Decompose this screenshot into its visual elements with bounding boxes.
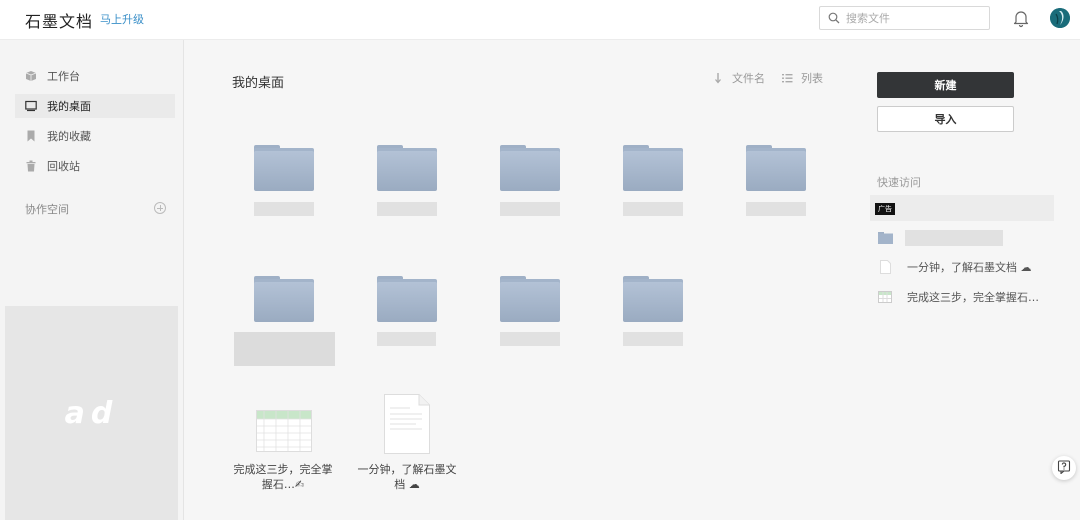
folder-icon[interactable] <box>623 276 683 322</box>
add-collab-space-icon[interactable] <box>154 202 166 214</box>
search-icon <box>826 10 842 26</box>
sort-down-icon <box>712 72 724 84</box>
quick-item-folder[interactable] <box>877 229 1003 247</box>
sidebar-item-label: 我的收藏 <box>47 130 91 143</box>
quick-access-title: 快速访问 <box>877 176 921 189</box>
folder-icon <box>877 231 893 245</box>
sort-label: 文件名 <box>732 72 765 85</box>
sort-by-name-button[interactable]: 文件名 <box>712 70 765 86</box>
quick-item-label: 一分钟，了解石墨文档 ☁ <box>907 261 1032 274</box>
ad-text: ad <box>64 395 119 431</box>
folder-icon[interactable] <box>377 145 437 191</box>
file-label[interactable]: 完成这三步，完全掌握石…✍ <box>233 462 333 492</box>
folder-name-placeholder <box>377 332 436 346</box>
quick-item-spreadsheet[interactable]: 完成这三步，完全掌握石… <box>877 288 1039 306</box>
folder-name-placeholder <box>500 202 560 216</box>
spreadsheet-thumbnail-icon[interactable] <box>256 410 312 456</box>
sidebar-item-label: 回收站 <box>47 160 80 173</box>
list-icon <box>781 72 793 84</box>
help-icon <box>1057 459 1071 478</box>
folder-name-placeholder <box>746 202 806 216</box>
import-button[interactable]: 导入 <box>877 106 1014 132</box>
folder-icon[interactable] <box>623 145 683 191</box>
file-label[interactable]: 一分钟，了解石墨文档 ☁ <box>357 462 457 492</box>
quick-item-label: 完成这三步，完全掌握石… <box>907 291 1039 304</box>
document-thumbnail-icon[interactable] <box>384 394 430 458</box>
folder-icon[interactable] <box>254 145 314 191</box>
ad-badge: 广告 <box>875 203 895 215</box>
sidebar: 工作台 我的桌面 我的收藏 回收站 协作空间 ad <box>0 40 184 520</box>
collab-space-label: 协作空间 <box>25 203 69 216</box>
quick-item-document[interactable]: 一分钟，了解石墨文档 ☁ <box>877 258 1032 276</box>
folder-icon[interactable] <box>500 145 560 191</box>
sidebar-item-favorites[interactable]: 我的收藏 <box>15 124 175 148</box>
help-button[interactable] <box>1052 456 1076 480</box>
avatar[interactable] <box>1050 8 1070 28</box>
sidebar-item-label: 工作台 <box>47 70 80 83</box>
folder-icon[interactable] <box>254 276 314 322</box>
folder-icon[interactable] <box>746 145 806 191</box>
sidebar-item-trash[interactable]: 回收站 <box>15 154 175 178</box>
page-title: 我的桌面 <box>232 76 285 91</box>
folder-name-placeholder <box>623 202 683 216</box>
quick-access-ad[interactable] <box>870 195 1054 221</box>
folder-icon[interactable] <box>500 276 560 322</box>
folder-name-placeholder <box>234 332 335 366</box>
sidebar-ad[interactable]: ad <box>5 306 178 520</box>
top-bar: 石墨文档 马上升级 <box>0 0 1080 40</box>
search-input[interactable] <box>846 11 986 25</box>
sidebar-item-workbench[interactable]: 工作台 <box>15 64 175 88</box>
list-view-button[interactable]: 列表 <box>781 70 823 86</box>
monitor-icon <box>25 100 37 112</box>
quick-item-name-placeholder <box>905 230 1003 246</box>
folder-name-placeholder <box>623 332 683 346</box>
folder-name-placeholder <box>500 332 560 346</box>
folder-name-placeholder <box>254 202 314 216</box>
app-logo[interactable]: 石墨文档 <box>25 8 93 32</box>
notification-bell-icon[interactable] <box>1011 8 1031 28</box>
spreadsheet-icon <box>877 290 893 304</box>
search-box[interactable] <box>819 6 990 30</box>
sidebar-item-label: 我的桌面 <box>47 100 91 113</box>
folder-icon[interactable] <box>377 276 437 322</box>
bookmark-icon <box>25 130 37 142</box>
new-button[interactable]: 新建 <box>877 72 1014 98</box>
upgrade-link[interactable]: 马上升级 <box>100 11 144 27</box>
sidebar-item-desktop[interactable]: 我的桌面 <box>15 94 175 118</box>
document-icon <box>877 260 893 274</box>
box-icon <box>25 70 37 82</box>
view-label: 列表 <box>801 72 823 85</box>
folder-name-placeholder <box>377 202 437 216</box>
trash-icon <box>25 160 37 172</box>
